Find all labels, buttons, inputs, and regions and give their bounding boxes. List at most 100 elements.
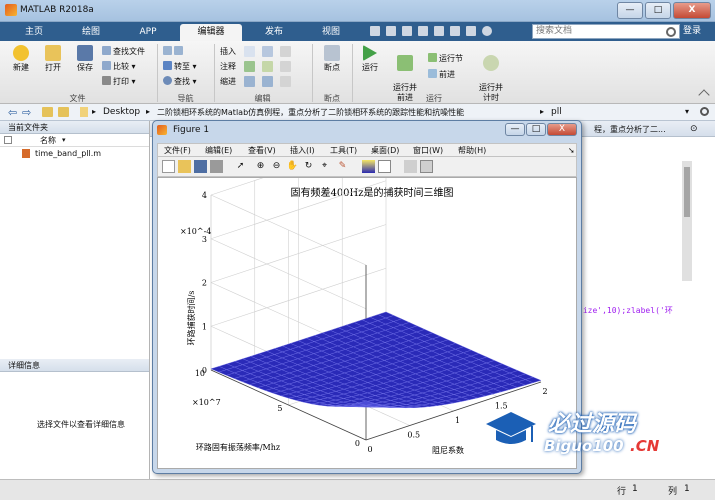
run-button[interactable]: 运行: [356, 45, 384, 73]
menubar-arrow-icon[interactable]: ➘: [568, 144, 575, 158]
up-folder-icon[interactable]: [42, 107, 53, 117]
toolstrip-tabs: 主页 绘图 APP 编辑器 发布 视图 搜索文档 登录: [0, 22, 715, 41]
comment-button[interactable]: 注释: [220, 61, 236, 72]
uncomment-icon[interactable]: [262, 61, 273, 72]
indent-button[interactable]: 缩进: [220, 76, 236, 87]
tab-view[interactable]: 视图: [305, 24, 357, 41]
menu-insert[interactable]: 插入(I): [290, 144, 315, 158]
minimize-button[interactable]: —: [617, 2, 643, 19]
insert-menu-icon[interactable]: [280, 46, 291, 57]
pointer-icon[interactable]: ➚: [234, 160, 247, 173]
menu-desktop[interactable]: 桌面(D): [371, 144, 399, 158]
hide-plot-tools-icon[interactable]: [404, 160, 417, 173]
watermark-url-a: Biguo100: [544, 437, 624, 455]
y-tick-label: 5: [277, 404, 282, 413]
tab-apps[interactable]: APP: [122, 24, 174, 41]
copy-icon[interactable]: [402, 26, 412, 36]
login-link[interactable]: 登录: [683, 24, 701, 39]
nav-arrows[interactable]: [163, 46, 185, 57]
open-icon[interactable]: [178, 160, 191, 173]
goto-button[interactable]: 转至 ▾: [163, 61, 197, 72]
address-dropdown-icon[interactable]: ▾: [685, 107, 689, 116]
figure-close-button[interactable]: X: [547, 123, 577, 136]
wrap-comment-icon[interactable]: [280, 61, 291, 72]
rotate-icon[interactable]: ↻: [302, 160, 315, 173]
name-column-header[interactable]: 名称: [40, 134, 56, 147]
show-plot-tools-icon[interactable]: [420, 160, 433, 173]
menu-view[interactable]: 查看(V): [248, 144, 276, 158]
search-icon[interactable]: [666, 27, 676, 37]
address-search-icon[interactable]: [700, 107, 709, 116]
redo-icon[interactable]: [450, 26, 460, 36]
run-advance-icon: [397, 55, 413, 71]
decrease-indent-icon[interactable]: [280, 76, 291, 87]
breadcrumb-desktop[interactable]: Desktop: [103, 107, 140, 117]
pan-icon[interactable]: ✋: [286, 160, 299, 173]
zoom-out-icon[interactable]: ⊖: [270, 160, 283, 173]
breadcrumb-project-folder[interactable]: 二阶锁相环系统的Matlab仿真例程，重点分析了二阶锁相环系统的跟踪性能和抗噪性…: [157, 107, 535, 118]
compare-button[interactable]: 比较 ▾: [102, 61, 136, 72]
legend-icon[interactable]: [378, 160, 391, 173]
maximize-button[interactable]: □: [645, 2, 671, 19]
data-cursor-icon[interactable]: ⌖: [318, 160, 331, 173]
paste-icon[interactable]: [418, 26, 428, 36]
tab-home[interactable]: 主页: [8, 24, 60, 41]
zoom-in-icon[interactable]: ⊕: [254, 160, 267, 173]
undo-icon[interactable]: [434, 26, 444, 36]
save-button[interactable]: 保存: [70, 45, 100, 73]
figure-toolbar: ➚ ⊕ ⊖ ✋ ↻ ⌖ ✎: [157, 157, 577, 177]
print-icon[interactable]: [210, 160, 223, 173]
save-quick-icon[interactable]: [370, 26, 380, 36]
indent-icon[interactable]: [244, 76, 255, 87]
tab-plots[interactable]: 绘图: [65, 24, 117, 41]
list-item[interactable]: time_band_pll.m: [0, 147, 149, 160]
address-bar: ⇦ ⇨ ▸ Desktop ▸ 二阶锁相环系统的Matlab仿真例程，重点分析了…: [0, 104, 715, 121]
find-button[interactable]: 查找 ▾: [163, 76, 197, 87]
figure-menubar: 文件(F) 编辑(E) 查看(V) 插入(I) 工具(T) 桌面(D) 窗口(W…: [157, 143, 577, 157]
y-exponent: ×10^7: [192, 398, 221, 407]
figure-minimize-button[interactable]: —: [505, 123, 525, 136]
forward-arrow-icon[interactable]: ⇨: [22, 106, 31, 119]
help-icon[interactable]: [482, 26, 492, 36]
editor-scrollbar[interactable]: [682, 161, 692, 281]
search-documentation-input[interactable]: 搜索文档: [532, 24, 680, 39]
insert-button[interactable]: 插入: [220, 46, 236, 57]
new-figure-icon[interactable]: [162, 160, 175, 173]
colorbar-icon[interactable]: [362, 160, 375, 173]
print-button[interactable]: 打印 ▾: [102, 76, 136, 87]
breadcrumb-pll[interactable]: pll: [551, 107, 562, 117]
panel-actions-icon[interactable]: ⊙: [690, 123, 698, 136]
menu-tools[interactable]: 工具(T): [330, 144, 357, 158]
save-icon: [77, 45, 93, 61]
figure-maximize-button[interactable]: □: [526, 123, 546, 136]
brush-icon[interactable]: ✎: [336, 160, 349, 173]
magnifier-icon: [163, 76, 172, 85]
browse-folder-icon[interactable]: [58, 107, 69, 117]
breakpoints-button[interactable]: 断点: [316, 45, 348, 73]
advance-button[interactable]: 前进: [428, 69, 455, 80]
checkbox-icon[interactable]: [4, 136, 12, 144]
insert-section-icon[interactable]: [262, 46, 273, 57]
menu-file[interactable]: 文件(F): [164, 144, 191, 158]
open-button[interactable]: 打开: [38, 45, 68, 73]
close-button[interactable]: X: [673, 2, 711, 19]
find-files-button[interactable]: 查找文件: [102, 46, 145, 57]
tab-editor[interactable]: 编辑器: [180, 24, 242, 41]
cut-icon[interactable]: [386, 26, 396, 36]
run-section-button[interactable]: 运行节: [428, 53, 463, 64]
save-icon[interactable]: [194, 160, 207, 173]
forward-icon: [174, 46, 183, 55]
new-button[interactable]: 新建: [6, 45, 36, 73]
collapse-toolstrip-icon[interactable]: [698, 89, 710, 101]
smart-indent-icon[interactable]: [262, 76, 273, 87]
menu-edit[interactable]: 编辑(E): [205, 144, 232, 158]
menu-help[interactable]: 帮助(H): [458, 144, 486, 158]
back-arrow-icon[interactable]: ⇦: [8, 106, 17, 119]
code-fragment: size',10);zlabel('环: [578, 306, 673, 315]
function-icon[interactable]: [244, 46, 255, 57]
tab-publish[interactable]: 发布: [248, 24, 300, 41]
percent-icon[interactable]: [244, 61, 255, 72]
status-row-value: 1: [632, 484, 638, 494]
switch-windows-icon[interactable]: [466, 26, 476, 36]
menu-window[interactable]: 窗口(W): [413, 144, 443, 158]
